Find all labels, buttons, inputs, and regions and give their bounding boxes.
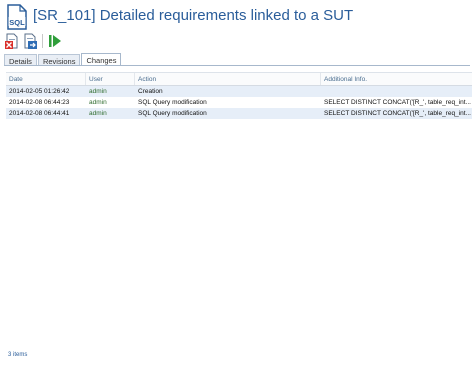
- cell-action: SQL Query modification: [138, 99, 207, 106]
- cell-additional-info: SELECT DISTINCT CONCAT('[R_', table_req_…: [324, 99, 471, 106]
- cell-user: admin: [89, 110, 107, 117]
- delete-icon: [5, 33, 18, 49]
- cell-action: Creation: [138, 88, 163, 95]
- table-row[interactable]: 2014-02-05 01:26:42 admin Creation: [6, 86, 472, 97]
- changes-grid: Date User Action Additional Info. 2014-0…: [6, 72, 472, 119]
- table-row[interactable]: 2014-02-08 06:44:23 admin SQL Query modi…: [6, 97, 472, 108]
- cell-date: 2014-02-05 01:26:42: [9, 88, 70, 95]
- cell-user: admin: [89, 99, 107, 106]
- page-title: [SR_101] Detailed requirements linked to…: [33, 7, 354, 24]
- cell-date: 2014-02-08 06:44:23: [9, 99, 70, 106]
- cell-user: admin: [89, 88, 107, 95]
- sql-file-icon: SQL: [6, 4, 28, 30]
- export-icon: [24, 33, 37, 49]
- toolbar: [4, 33, 65, 49]
- export-button[interactable]: [22, 33, 38, 49]
- column-header-action[interactable]: Action: [135, 73, 321, 85]
- cell-date: 2014-02-08 06:44:41: [9, 110, 70, 117]
- run-icon: [49, 35, 61, 47]
- toolbar-separator: [42, 34, 43, 48]
- table-row[interactable]: 2014-02-08 06:44:41 admin SQL Query modi…: [6, 108, 472, 119]
- svg-text:SQL: SQL: [9, 18, 25, 27]
- grid-header: Date User Action Additional Info.: [6, 72, 472, 86]
- cell-additional-info: SELECT DISTINCT CONCAT('[R_', table_req_…: [324, 110, 471, 117]
- cell-additional-info: [321, 86, 472, 97]
- column-header-user[interactable]: User: [86, 73, 135, 85]
- delete-button[interactable]: [4, 33, 20, 49]
- item-count: 3 items: [8, 352, 28, 358]
- column-header-additional-info[interactable]: Additional Info.: [321, 73, 472, 85]
- run-button[interactable]: [47, 33, 63, 49]
- tab-divider: [4, 65, 470, 66]
- column-header-date[interactable]: Date: [6, 73, 86, 85]
- cell-action: SQL Query modification: [138, 110, 207, 117]
- page-header: SQL [SR_101] Detailed requirements linke…: [0, 0, 474, 30]
